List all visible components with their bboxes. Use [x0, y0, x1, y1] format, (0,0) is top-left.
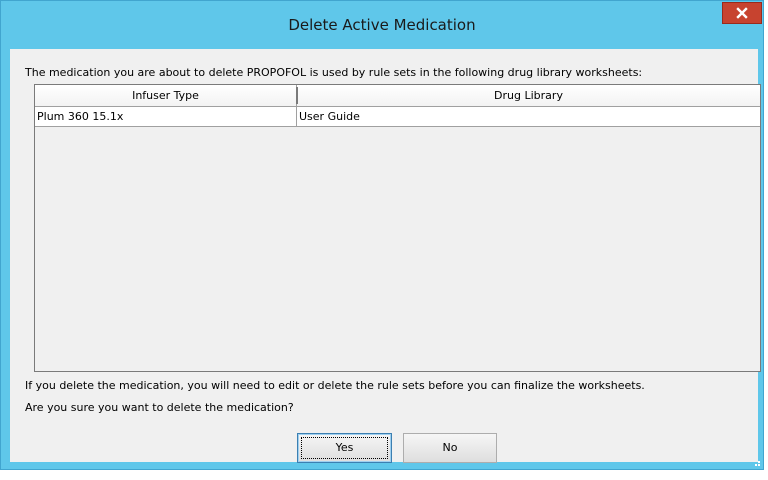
window-title: Delete Active Medication — [288, 16, 476, 34]
column-header-drug-library[interactable]: Drug Library — [297, 85, 760, 106]
cell-infuser-type[interactable]: Plum 360 15.1x — [35, 107, 297, 126]
title-bar[interactable]: Delete Active Medication — [1, 1, 763, 49]
cell-drug-library[interactable]: User Guide — [297, 107, 760, 126]
resize-grip-icon[interactable] — [751, 457, 761, 467]
close-icon — [736, 7, 748, 19]
column-resize-handle[interactable] — [296, 87, 298, 104]
close-button[interactable] — [722, 2, 762, 24]
info-text-edit-rule-sets: If you delete the medication, you will n… — [25, 379, 645, 392]
no-button[interactable]: No — [403, 433, 497, 463]
focus-rectangle — [301, 437, 388, 459]
delete-medication-dialog: Delete Active Medication The medication … — [0, 0, 764, 470]
no-button-label: No — [442, 441, 458, 454]
confirm-question: Are you sure you want to delete the medi… — [25, 401, 294, 414]
table-row[interactable]: Plum 360 15.1x User Guide — [35, 107, 760, 127]
worksheet-table[interactable]: Infuser Type Drug Library Plum 360 15.1x… — [34, 84, 761, 372]
yes-button[interactable]: Yes — [297, 433, 392, 463]
dialog-message: The medication you are about to delete P… — [25, 66, 643, 79]
table-header: Infuser Type Drug Library — [35, 85, 760, 107]
dialog-client-area: The medication you are about to delete P… — [10, 49, 761, 463]
column-header-infuser-type[interactable]: Infuser Type — [35, 85, 297, 106]
